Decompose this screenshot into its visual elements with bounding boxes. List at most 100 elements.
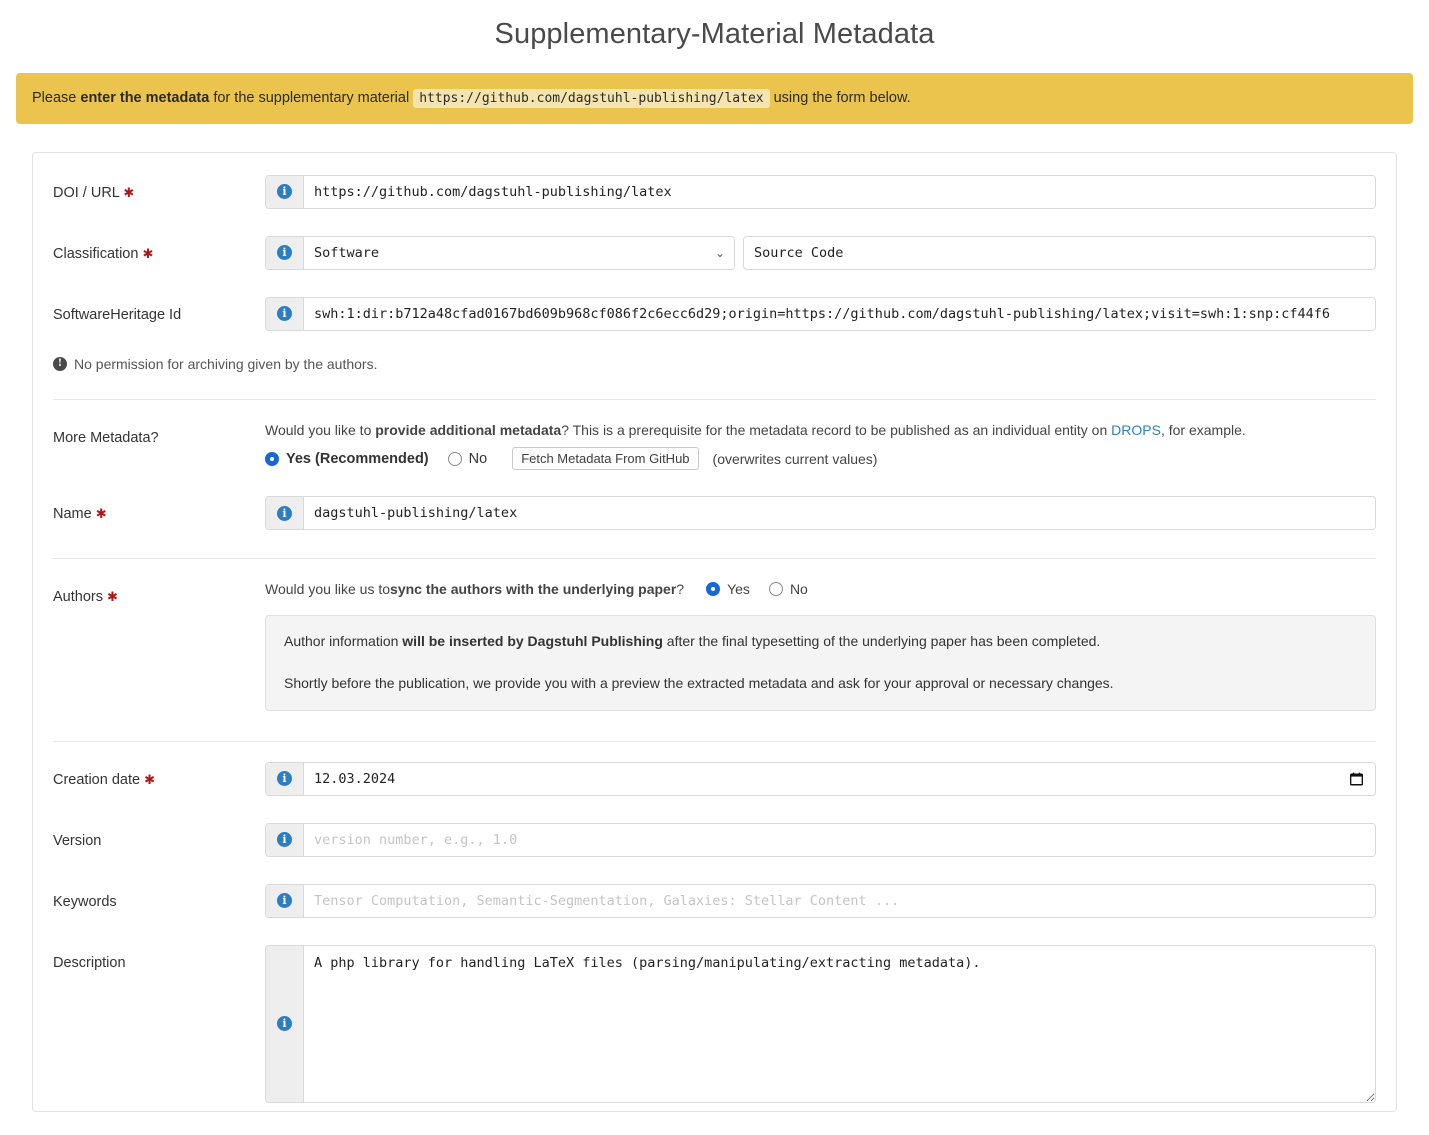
authors-radio-no[interactable] <box>768 582 783 597</box>
doi-url-label: DOI / URL ✱ <box>53 175 265 202</box>
keywords-input[interactable] <box>304 884 1375 917</box>
required-asterisk-icon: ✱ <box>107 589 118 605</box>
description-info-addon[interactable]: i <box>266 945 304 1102</box>
more-metadata-radio-group: Yes (Recommended) No Fetch Metadata From… <box>265 447 1376 471</box>
name-info-addon[interactable]: i <box>266 497 304 530</box>
info-icon: i <box>277 771 292 787</box>
archiving-permission-note: ! No permission for archiving given by t… <box>33 356 1396 372</box>
doi-url-label-text: DOI / URL <box>53 184 120 201</box>
row-name: Name ✱ i <box>33 470 1396 531</box>
keywords-label: Keywords <box>53 884 265 911</box>
authors-info-p1-pre: Author information <box>284 633 403 650</box>
info-icon: i <box>277 505 292 521</box>
row-more-metadata: More Metadata? Would you like to provide… <box>33 400 1396 471</box>
classification-select[interactable]: Software <box>304 236 734 269</box>
authors-field-wrap: Would you like us to sync the authors wi… <box>265 579 1376 711</box>
authors-question-post: ? <box>676 581 685 598</box>
metadata-form: DOI / URL ✱ i Classification ✱ i <box>32 151 1397 1112</box>
row-software-heritage-id: SoftwareHeritage Id i <box>33 270 1396 331</box>
name-label: Name ✱ <box>53 496 265 523</box>
classification-select-container: Software ⌄ <box>304 236 734 269</box>
more-metadata-label: More Metadata? <box>53 420 265 447</box>
drops-link[interactable]: DROPS <box>1111 422 1161 438</box>
creation-date-label: Creation date ✱ <box>53 762 265 789</box>
keywords-input-group: i <box>265 883 1376 918</box>
banner-bold-text: enter the metadata <box>80 90 210 106</box>
required-asterisk-icon: ✱ <box>142 245 154 261</box>
fetch-metadata-button[interactable]: Fetch Metadata From GitHub <box>512 447 699 471</box>
creation-date-info-addon[interactable]: i <box>266 762 304 795</box>
authors-info-p1-post: after the final typesetting of the under… <box>662 633 1101 650</box>
more-metadata-question-pre: Would you like to <box>265 421 376 438</box>
more-metadata-radio-no[interactable] <box>447 451 462 466</box>
banner-lead-text: Please <box>32 90 81 106</box>
info-icon: i <box>277 893 292 909</box>
name-input-group: i <box>265 496 1376 531</box>
more-metadata-radio-yes-label[interactable]: Yes (Recommended) <box>286 451 429 467</box>
classification-info-addon[interactable]: i <box>266 236 304 269</box>
classification-label-text: Classification <box>53 245 139 262</box>
version-info-addon[interactable]: i <box>266 823 304 856</box>
banner-mid-text: for the supplementary material <box>209 90 414 106</box>
authors-info-box: Author information will be inserted by D… <box>265 615 1376 711</box>
authors-question-pre: Would you like us to <box>265 581 391 598</box>
version-label: Version <box>53 823 265 850</box>
info-icon: i <box>277 832 292 848</box>
row-classification: Classification ✱ i Software ⌄ <box>33 209 1396 270</box>
authors-info-paragraph-1: Author information will be inserted by D… <box>284 632 1357 652</box>
more-metadata-question-bold: provide additional metadata <box>375 421 562 438</box>
more-metadata-question-post: ? This is a prerequisite for the metadat… <box>561 421 1112 438</box>
keywords-field-wrap: i <box>265 883 1376 918</box>
software-heritage-id-field-wrap: i <box>265 296 1376 331</box>
more-metadata-field-wrap: Would you like to provide additional met… <box>265 420 1376 471</box>
authors-info-p1-bold: will be inserted by Dagstuhl Publishing <box>402 633 663 650</box>
info-icon: i <box>277 184 292 200</box>
authors-radio-group: Yes No <box>706 579 820 599</box>
more-metadata-question: Would you like to provide additional met… <box>265 420 1376 440</box>
authors-radio-no-label[interactable]: No <box>790 579 808 599</box>
creation-date-input-group: i <box>265 761 1376 796</box>
info-icon: i <box>277 1016 292 1032</box>
more-metadata-radio-no-label[interactable]: No <box>469 451 488 467</box>
description-textarea[interactable]: A php library for handling LaTeX files (… <box>304 945 1375 1102</box>
doi-url-info-addon[interactable]: i <box>266 175 304 208</box>
more-metadata-label-text: More Metadata? <box>53 429 159 446</box>
creation-date-input[interactable] <box>304 762 1375 795</box>
software-heritage-id-info-addon[interactable]: i <box>266 297 304 330</box>
software-heritage-id-label: SoftwareHeritage Id <box>53 297 265 324</box>
row-description: Description i A php library for handling… <box>33 918 1396 1103</box>
doi-url-input[interactable] <box>304 175 1375 208</box>
row-creation-date: Creation date ✱ i <box>33 742 1396 796</box>
software-heritage-id-input[interactable] <box>304 297 1375 330</box>
description-label: Description <box>53 945 265 972</box>
classification-subtype-input[interactable] <box>743 235 1376 270</box>
authors-radio-yes[interactable] <box>706 582 721 597</box>
archiving-permission-note-text: No permission for archiving given by the… <box>74 355 378 372</box>
classification-select-wrap: i Software ⌄ <box>265 235 735 270</box>
creation-date-label-text: Creation date <box>53 771 141 788</box>
description-input-group: i A php library for handling LaTeX files… <box>265 944 1376 1103</box>
software-heritage-id-label-text: SoftwareHeritage Id <box>53 306 182 323</box>
row-doi-url: DOI / URL ✱ i <box>33 153 1396 209</box>
name-input[interactable] <box>304 497 1375 530</box>
fetch-metadata-hint: (overwrites current values) <box>712 450 878 467</box>
authors-label-text: Authors <box>53 589 103 606</box>
doi-url-field-wrap: i <box>265 174 1376 209</box>
more-metadata-radio-yes[interactable] <box>265 451 279 466</box>
authors-info-paragraph-2: Shortly before the publication, we provi… <box>284 675 1114 692</box>
row-authors: Authors ✱ Would you like us to sync the … <box>33 559 1396 711</box>
version-input[interactable] <box>304 823 1375 856</box>
description-label-text: Description <box>53 954 126 971</box>
row-keywords: Keywords i <box>33 857 1396 918</box>
info-icon: i <box>277 245 292 261</box>
authors-radio-yes-label[interactable]: Yes <box>727 579 750 599</box>
classification-field-wrap: i Software ⌄ <box>265 235 1376 270</box>
version-label-text: Version <box>53 832 102 849</box>
software-heritage-id-input-group: i <box>265 296 1376 331</box>
page-title: Supplementary-Material Metadata <box>494 18 935 50</box>
keywords-info-addon[interactable]: i <box>266 884 304 917</box>
info-icon: i <box>277 306 292 322</box>
banner-url-chip: https://github.com/dagstuhl-publishing/l… <box>413 89 770 108</box>
version-field-wrap: i <box>265 822 1376 857</box>
creation-date-container <box>304 762 1375 795</box>
